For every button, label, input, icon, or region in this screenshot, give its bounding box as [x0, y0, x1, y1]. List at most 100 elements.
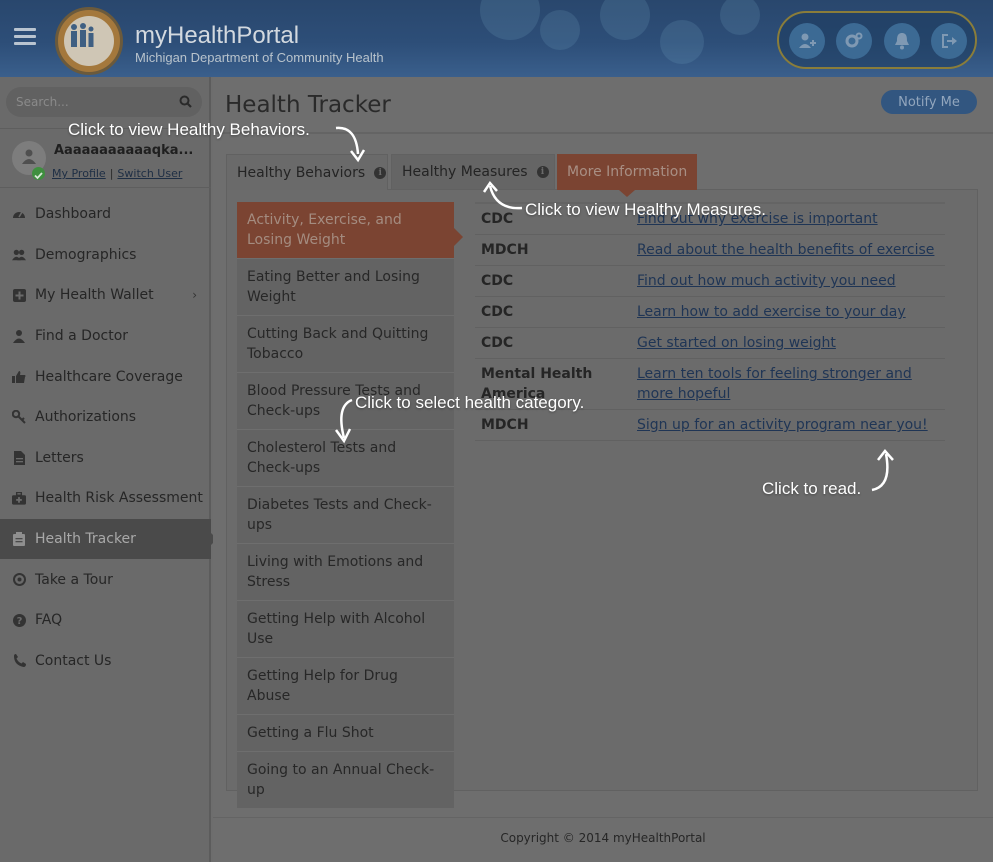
- category-item[interactable]: Living with Emotions and Stress: [237, 544, 454, 601]
- curved-arrow-icon: [334, 398, 353, 444]
- page-title: Health Tracker: [225, 92, 391, 118]
- tab-label: More Information: [567, 164, 688, 180]
- sidebar-item-label: Dashboard: [35, 206, 111, 223]
- sidebar-item-healthcare-coverage[interactable]: Healthcare Coverage: [0, 356, 211, 397]
- table-row: MDCH Read about the health benefits of e…: [475, 234, 945, 266]
- clipboard-icon: [12, 532, 26, 547]
- header-decoration: [720, 0, 760, 35]
- header-decoration: [540, 10, 580, 50]
- resource-link[interactable]: Get started on losing weight: [637, 335, 836, 351]
- sidebar-item-find-doctor[interactable]: Find a Doctor: [0, 316, 211, 357]
- callout-click-to-read: Click to read.: [762, 479, 862, 498]
- category-item[interactable]: Cutting Back and Quitting Tobacco: [237, 316, 454, 373]
- category-item[interactable]: Eating Better and Losing Weight: [237, 259, 454, 316]
- add-user-button[interactable]: [789, 23, 825, 59]
- notifications-button[interactable]: [884, 23, 920, 59]
- callout-health-category: Click to select health category.: [355, 393, 585, 412]
- header-decoration: [480, 0, 540, 40]
- resource-link[interactable]: Find out how much activity you need: [637, 273, 896, 289]
- tab-more-information[interactable]: More Information: [557, 154, 697, 197]
- info-icon[interactable]: i: [536, 166, 549, 178]
- search-icon[interactable]: [179, 95, 192, 108]
- sidebar-item-letters[interactable]: Letters: [0, 438, 211, 479]
- resource-source: CDC: [475, 296, 631, 328]
- resource-source: CDC: [475, 265, 631, 297]
- sidebar-item-health-tracker[interactable]: Health Tracker: [0, 518, 217, 560]
- user-icon: [22, 149, 36, 164]
- footer-copyright: Copyright © 2014 myHealthPortal: [500, 831, 706, 845]
- users-icon: [12, 248, 26, 262]
- table-row: CDC Get started on losing weight: [475, 327, 945, 359]
- sidebar-item-authorizations[interactable]: Authorizations: [0, 397, 211, 438]
- sidebar-item-label: Take a Tour: [35, 571, 113, 588]
- user-name: Aaaaaaaaaaaqka...: [54, 143, 194, 158]
- category-item[interactable]: Getting Help with Alcohol Use: [237, 601, 454, 658]
- callout-healthy-measures: Click to view Healthy Measures.: [525, 200, 766, 219]
- resource-link[interactable]: Learn ten tools for feeling stronger and…: [637, 366, 912, 402]
- sidebar-item-health-wallet[interactable]: My Health Wallet ›: [0, 275, 211, 316]
- sidebar-nav: Dashboard Demographics My Health Wallet …: [0, 194, 217, 682]
- header-actions: [777, 11, 977, 69]
- category-item[interactable]: Diabetes Tests and Check-ups: [237, 487, 454, 544]
- sidebar-item-label: Authorizations: [35, 409, 137, 426]
- sidebar-item-label: Demographics: [35, 246, 137, 263]
- brand-subtitle: Michigan Department of Community Health: [135, 50, 384, 65]
- bell-icon: [895, 33, 909, 50]
- family-icon: [71, 23, 94, 47]
- sidebar-item-label: Health Tracker: [35, 531, 136, 548]
- doctor-icon: [12, 329, 26, 344]
- resource-source: MDCH: [475, 409, 631, 441]
- header-decoration: [600, 0, 650, 40]
- brand-title: myHealthPortal: [135, 22, 300, 49]
- resource-link[interactable]: Sign up for an activity program near you…: [637, 417, 928, 433]
- sidebar-item-take-a-tour[interactable]: Take a Tour: [0, 559, 211, 600]
- add-user-icon: [799, 33, 816, 48]
- settings-icon: [845, 32, 863, 48]
- plus-square-icon: [12, 288, 26, 302]
- sidebar-item-label: Letters: [35, 449, 84, 466]
- tab-label: Healthy Measures: [402, 164, 528, 180]
- sidebar-item-demographics[interactable]: Demographics: [0, 235, 211, 276]
- chevron-right-icon: ›: [192, 288, 197, 303]
- sidebar-item-health-risk-assessment[interactable]: Health Risk Assessment: [0, 478, 211, 519]
- category-item[interactable]: Activity, Exercise, and Losing Weight: [237, 202, 463, 259]
- sidebar-item-label: My Health Wallet: [35, 287, 154, 304]
- settings-button[interactable]: [836, 23, 872, 59]
- sidebar-item-dashboard[interactable]: Dashboard: [0, 194, 211, 235]
- notify-me-button[interactable]: Notify Me: [881, 90, 977, 114]
- svg-text:?: ?: [16, 616, 22, 627]
- category-item[interactable]: Getting Help for Drug Abuse: [237, 658, 454, 715]
- resource-link[interactable]: Learn how to add exercise to your day: [637, 304, 906, 320]
- search-box: [6, 87, 202, 117]
- sidebar-item-label: Contact Us: [35, 652, 112, 669]
- portal-logo: [55, 7, 123, 75]
- resource-link[interactable]: Read about the health benefits of exerci…: [637, 242, 934, 258]
- verified-check-icon: [32, 167, 45, 180]
- tab-label: Healthy Behaviors: [237, 164, 366, 181]
- info-icon[interactable]: i: [374, 166, 387, 179]
- category-item[interactable]: Getting a Flu Shot: [237, 715, 454, 752]
- question-icon: ?: [12, 613, 26, 627]
- key-icon: [12, 410, 26, 424]
- category-list: Activity, Exercise, and Losing Weight Ea…: [237, 202, 463, 809]
- search-input[interactable]: [16, 93, 166, 111]
- curved-arrow-icon: [482, 180, 523, 210]
- sidebar-item-contact-us[interactable]: Contact Us: [0, 641, 211, 682]
- sidebar-item-faq[interactable]: ? FAQ: [0, 600, 211, 641]
- resource-source: MDCH: [475, 234, 631, 266]
- app-header: myHealthPortal Michigan Department of Co…: [0, 0, 993, 77]
- phone-icon: [12, 654, 26, 668]
- tab-healthy-measures[interactable]: Healthy Measures i: [391, 154, 555, 190]
- switch-user-link[interactable]: Switch User: [117, 167, 182, 180]
- menu-toggle-icon[interactable]: [14, 28, 36, 46]
- logout-button[interactable]: [931, 23, 967, 59]
- category-item[interactable]: Going to an Annual Check-up: [237, 752, 454, 809]
- sidebar: Aaaaaaaaaaaqka... My Profile|Switch User…: [0, 77, 217, 862]
- table-row: CDC Find out how much activity you need: [475, 265, 945, 297]
- my-profile-link[interactable]: My Profile: [52, 167, 106, 180]
- profile-links: My Profile | Switch User: [52, 167, 183, 180]
- resource-source: CDC: [475, 327, 631, 359]
- file-icon: [12, 450, 26, 465]
- curved-arrow-icon: [871, 449, 894, 492]
- logout-icon: [942, 34, 957, 48]
